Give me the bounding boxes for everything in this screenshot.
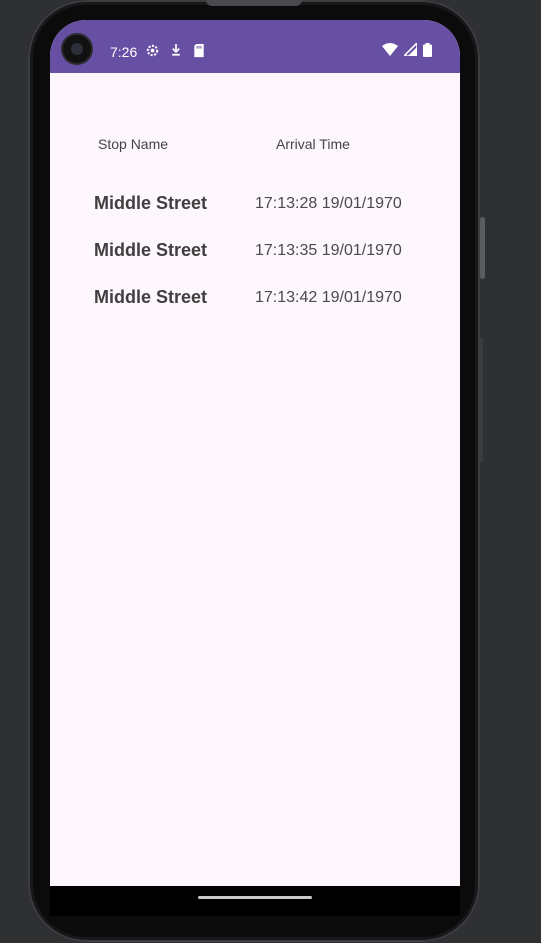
status-time: 7:26 — [110, 44, 138, 60]
navigation-bar — [50, 886, 460, 916]
arrival-time: 17:13:35 19/01/1970 — [255, 242, 402, 259]
settings-icon — [145, 43, 160, 63]
power-button — [480, 217, 485, 279]
download-icon — [170, 43, 182, 63]
front-camera — [63, 35, 91, 63]
sd-card-icon — [193, 43, 205, 63]
status-bar: 7:26 — [50, 20, 460, 73]
battery-icon — [423, 42, 432, 62]
arrival-time: 17:13:42 19/01/1970 — [255, 289, 402, 306]
stop-name: Middle Street — [94, 193, 208, 213]
wifi-icon — [382, 43, 398, 61]
list-item[interactable]: Middle Street 17:13:42 19/01/1970 — [50, 285, 460, 332]
list-item[interactable]: Middle Street 17:13:35 19/01/1970 — [50, 238, 460, 285]
volume-button — [480, 338, 483, 462]
list-item[interactable]: Middle Street 17:13:28 19/01/1970 — [50, 191, 460, 238]
arrival-list: Middle Street 17:13:28 19/01/1970 Middle… — [50, 191, 460, 332]
header-arrival-time: Arrival Time — [276, 136, 350, 152]
signal-icon — [402, 41, 418, 61]
app-screen: 7:26 Stop Name Arrival Time Middle Stree… — [50, 20, 460, 886]
speaker-grille — [206, 0, 302, 6]
status-right-icons — [382, 41, 432, 62]
home-gesture-handle[interactable] — [198, 896, 312, 899]
arrival-time: 17:13:28 19/01/1970 — [255, 195, 402, 212]
stop-name: Middle Street — [94, 287, 208, 307]
stop-name: Middle Street — [94, 240, 208, 260]
header-stop-name: Stop Name — [98, 136, 169, 152]
